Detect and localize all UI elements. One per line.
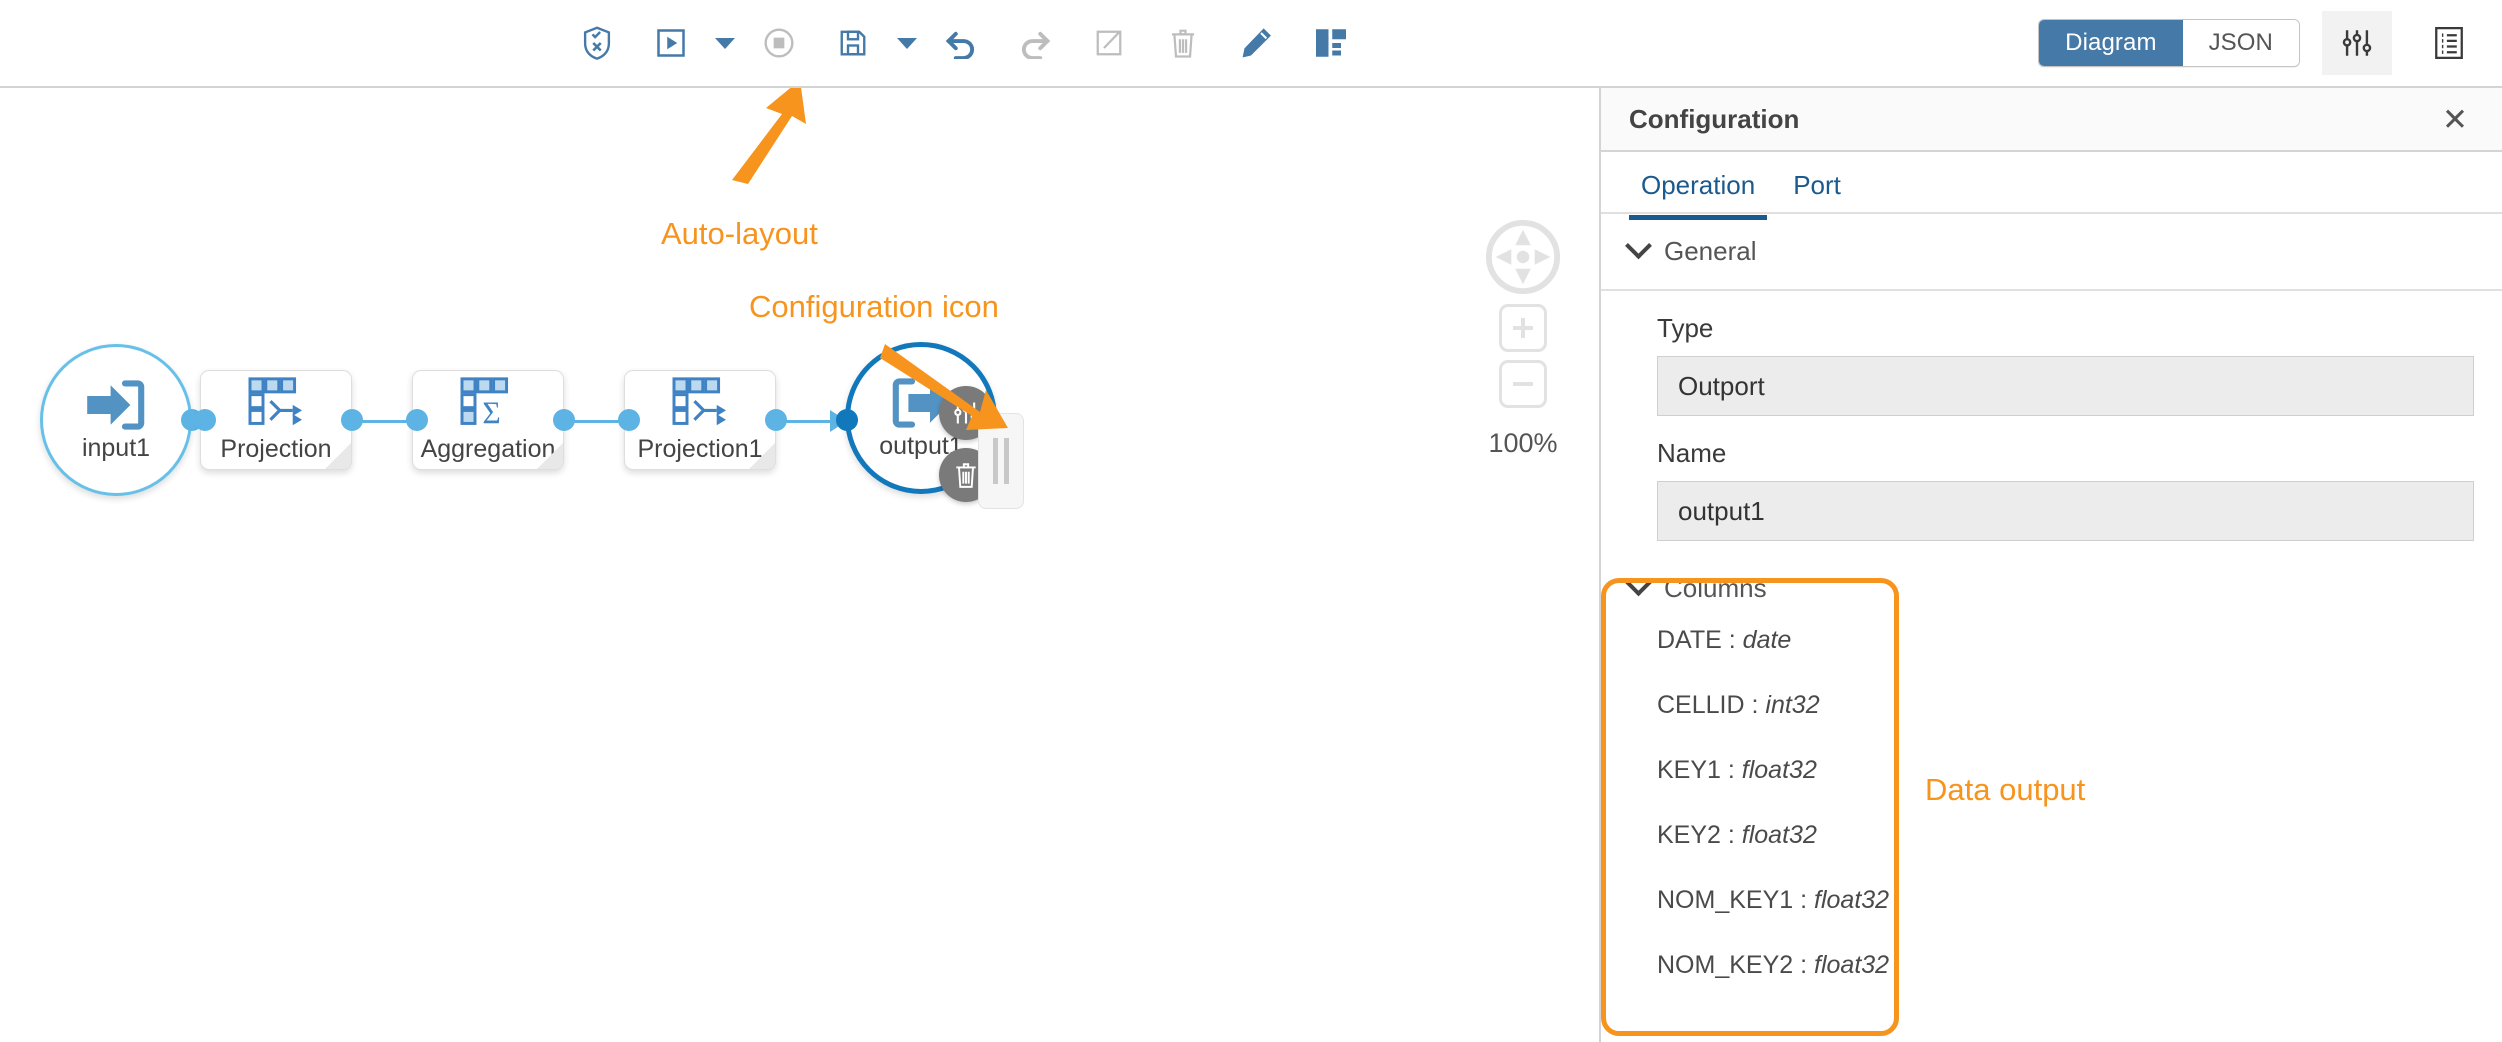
type-input[interactable] (1657, 356, 2474, 416)
panel-resize-handle[interactable] (978, 413, 1024, 509)
panel-header: Configuration ✕ (1601, 88, 2502, 152)
node-label: input1 (81, 433, 151, 462)
section-columns-label: Columns (1664, 573, 1767, 603)
port-output-projection1[interactable] (765, 409, 787, 431)
field-type: Type (1601, 313, 2502, 416)
annotation-configuration-icon: Configuration icon (749, 289, 999, 324)
toolbar-right-group: Diagram JSON (2038, 0, 2484, 86)
zoom-controls: 100% (1463, 218, 1583, 459)
projection-icon (248, 376, 302, 425)
node-fold-corner (749, 443, 775, 469)
port-input-aggregation[interactable] (406, 409, 428, 431)
section-columns-header[interactable]: Columns (1601, 565, 2502, 608)
section-general-label: General (1664, 236, 1757, 266)
field-name: Name (1601, 438, 2502, 541)
column-item: NOM_KEY1 : float32 (1657, 886, 1890, 914)
node-projection[interactable]: Projection (200, 370, 352, 470)
column-item: CELLID : int32 (1657, 691, 1820, 719)
zoom-in-button[interactable] (1499, 304, 1547, 352)
projection-icon (672, 376, 726, 425)
node-input1[interactable]: input1 (40, 344, 192, 496)
validate-icon[interactable] (560, 0, 634, 86)
node-label: Projection (220, 434, 332, 463)
edit-icon[interactable] (1220, 0, 1294, 86)
run-icon[interactable] (634, 0, 708, 86)
column-name: KEY1 (1657, 756, 1721, 784)
tab-port[interactable]: Port (1781, 170, 1853, 220)
app-root: Diagram JSON 100% input1 Projection Σ Ag… (0, 0, 2502, 1042)
port-input-projection1[interactable] (618, 409, 640, 431)
view-mode-toggle[interactable]: Diagram JSON (2038, 19, 2300, 67)
column-type: int32 (1765, 691, 1820, 719)
undo-icon[interactable] (924, 0, 998, 86)
node-label: Aggregation (420, 434, 556, 463)
column-type: float32 (1741, 756, 1817, 784)
port-input-projection[interactable] (194, 409, 216, 431)
column-item: NOM_KEY2 : float32 (1657, 951, 1890, 979)
column-item: KEY2 : float32 (1657, 821, 1817, 849)
tab-operation[interactable]: Operation (1629, 170, 1768, 220)
annotation-auto-layout: Auto-layout (661, 216, 818, 251)
close-icon[interactable]: ✕ (2436, 100, 2474, 139)
column-name: DATE (1657, 626, 1722, 654)
save-icon[interactable] (816, 0, 890, 86)
diagram-canvas[interactable]: 100% input1 Projection Σ Aggregation Pro… (0, 88, 1600, 1042)
aggregation-icon: Σ (460, 376, 509, 429)
column-name: NOM_KEY1 (1657, 886, 1794, 914)
chevron-down-icon (1625, 569, 1652, 597)
port-output-aggregation[interactable] (553, 409, 575, 431)
panel-title: Configuration (1629, 103, 1800, 134)
tab-json[interactable]: JSON (2182, 20, 2299, 66)
tab-diagram[interactable]: Diagram (2039, 20, 2183, 66)
section-general[interactable]: General (1601, 214, 2502, 291)
column-type: float32 (1814, 886, 1890, 914)
column-name: NOM_KEY2 (1657, 951, 1794, 979)
pan-compass-icon[interactable] (1484, 218, 1562, 296)
zoom-level-label: 100% (1488, 428, 1558, 458)
toolbar-center-group (560, 0, 1368, 86)
log-list-icon[interactable] (2414, 11, 2484, 75)
node-aggregation[interactable]: Σ Aggregation (412, 370, 564, 470)
auto-layout-icon[interactable] (1294, 0, 1368, 86)
data-input-icon (87, 379, 145, 430)
annotation-data-output: Data output (1925, 772, 2086, 807)
open-editor-icon[interactable] (1072, 0, 1146, 86)
stop-icon[interactable] (742, 0, 816, 86)
node-fold-corner (537, 443, 563, 469)
annotation-arrow-auto-layout (732, 88, 806, 184)
run-dropdown-caret-icon[interactable] (708, 0, 742, 86)
column-type: float32 (1814, 951, 1890, 979)
port-input-output1[interactable] (836, 409, 858, 431)
column-item: DATE : date (1657, 626, 1792, 654)
node-projection1[interactable]: Projection1 (624, 370, 776, 470)
delete-icon[interactable] (1146, 0, 1220, 86)
svg-text:Σ: Σ (482, 395, 500, 429)
field-type-label: Type (1657, 313, 1714, 343)
top-toolbar: Diagram JSON (0, 0, 2502, 88)
name-input[interactable] (1657, 481, 2474, 541)
configuration-panel: Configuration ✕ Operation Port General T… (1601, 88, 2502, 1042)
node-fold-corner (325, 443, 351, 469)
column-name: CELLID (1657, 691, 1745, 719)
port-output-projection[interactable] (341, 409, 363, 431)
column-name: KEY2 (1657, 821, 1721, 849)
chevron-down-icon (1625, 232, 1652, 260)
save-dropdown-caret-icon[interactable] (890, 0, 924, 86)
redo-icon[interactable] (998, 0, 1072, 86)
field-name-label: Name (1657, 438, 1727, 468)
panel-tabs: Operation Port (1601, 152, 2502, 220)
zoom-out-button[interactable] (1499, 360, 1547, 408)
configuration-panel-icon[interactable] (2322, 11, 2392, 75)
node-label: Projection1 (637, 434, 763, 463)
column-type: float32 (1741, 821, 1817, 849)
column-type: date (1742, 626, 1792, 654)
